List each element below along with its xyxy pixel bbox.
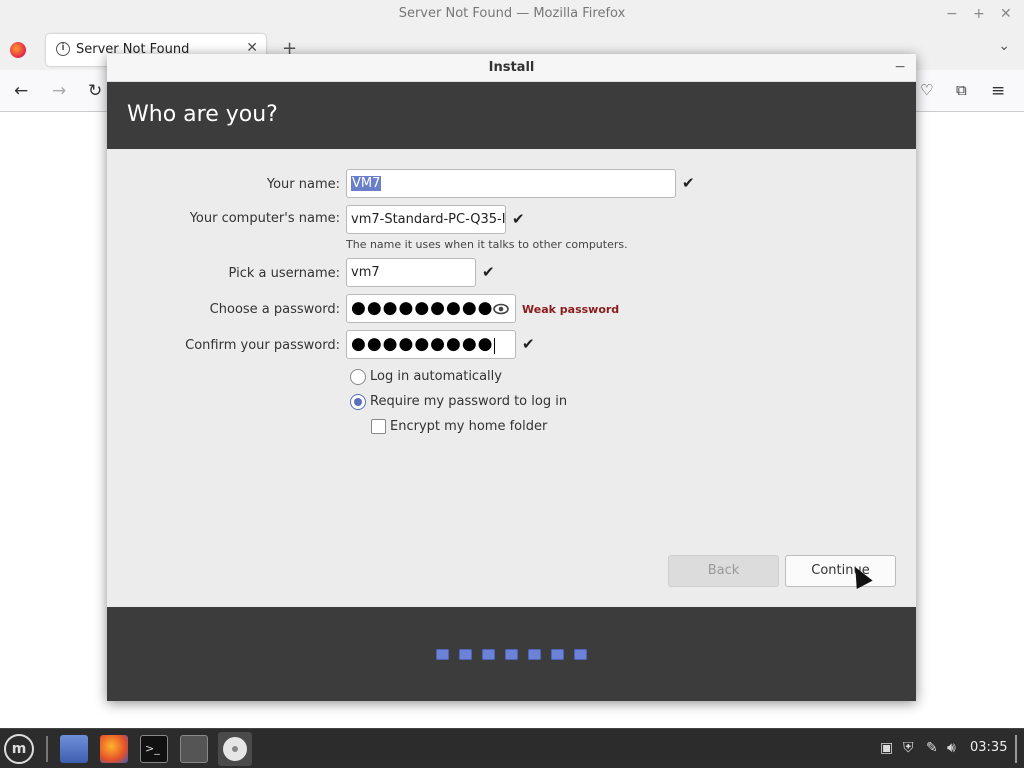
info-icon: i [56, 42, 70, 56]
confirm-password-label: Confirm your password: [185, 338, 340, 353]
menu-icon[interactable]: ≡ [991, 81, 1005, 101]
login-automatically-radio[interactable] [350, 369, 366, 385]
dialog-title: Install [107, 54, 916, 82]
network-icon[interactable]: ✎ [926, 740, 938, 756]
files-icon[interactable] [60, 735, 88, 763]
encrypt-home-checkbox[interactable] [371, 419, 386, 434]
computer-name-field[interactable]: vm7-Standard-PC-Q35-IC [346, 205, 506, 234]
computer-name-label: Your computer's name: [189, 211, 340, 226]
encrypt-home-label[interactable]: Encrypt my home folder [390, 419, 547, 434]
dialog-footer [107, 607, 916, 701]
checkmark-icon: ✔ [522, 335, 535, 353]
password-label: Choose a password: [209, 302, 340, 317]
pocket-icon[interactable]: ♡ [920, 81, 933, 99]
extensions-icon[interactable]: ⧉ [956, 81, 967, 99]
clock[interactable]: 03:35 [970, 740, 1007, 755]
reload-icon[interactable]: ↻ [88, 81, 102, 101]
terminal-icon[interactable]: >_ [140, 735, 168, 763]
window-title: Server Not Found — Mozilla Firefox [398, 6, 626, 21]
your-name-value: VM7 [351, 176, 382, 191]
your-name-label: Your name: [266, 177, 340, 192]
close-window-icon[interactable]: ✕ [1000, 0, 1012, 28]
page-title: Who are you? [127, 102, 278, 127]
dialog-header: Who are you? [107, 82, 916, 149]
firefox-title-bar: Server Not Found — Mozilla Firefox − + ✕ [0, 0, 1024, 30]
require-password-radio[interactable] [350, 394, 366, 410]
firefox-logo-icon[interactable] [10, 42, 26, 58]
chevron-down-icon[interactable]: ⌄ [998, 38, 1010, 54]
show-desktop-button[interactable] [1015, 735, 1017, 763]
settings-mixer-icon[interactable] [180, 735, 208, 763]
username-label: Pick a username: [228, 266, 340, 281]
install-dialog: Install − Who are you? Your name: VM7 ✔ … [107, 54, 916, 701]
login-automatically-label[interactable]: Log in automatically [370, 369, 502, 384]
maximize-icon[interactable]: + [973, 0, 985, 28]
volume-icon[interactable]: 🔊︎ [947, 740, 956, 756]
clipboard-icon[interactable]: ▣ [880, 740, 893, 756]
checkmark-icon: ✔ [512, 210, 525, 228]
progress-step [482, 649, 495, 660]
your-name-field[interactable]: VM7 [346, 169, 676, 198]
password-strength-text: Weak password [522, 303, 620, 316]
minimize-dialog-icon[interactable]: − [894, 54, 906, 80]
progress-step [528, 649, 541, 660]
confirm-password-value: ●●●●●●●●● [351, 334, 494, 354]
require-password-label[interactable]: Require my password to log in [370, 394, 567, 409]
text-cursor [493, 337, 495, 354]
progress-step [551, 649, 564, 660]
taskbar: m >_ ▣ ⛨ ✎ 🔊︎ 03:35 [0, 728, 1024, 768]
progress-step [505, 649, 518, 660]
progress-step [459, 649, 472, 660]
disc-icon [223, 737, 247, 761]
mint-menu-icon[interactable]: m [4, 734, 34, 764]
password-field[interactable]: ●●●●●●●●● [346, 294, 516, 323]
shield-icon[interactable]: ⛨ [903, 740, 914, 756]
username-value: vm7 [351, 265, 380, 280]
firefox-icon[interactable] [100, 735, 128, 763]
username-field[interactable]: vm7 [346, 258, 476, 287]
computer-name-hint: The name it uses when it talks to other … [346, 238, 628, 251]
progress-step [574, 649, 587, 660]
password-value: ●●●●●●●●● [351, 298, 494, 318]
confirm-password-field[interactable]: ●●●●●●●●● [346, 330, 516, 359]
checkmark-icon: ✔ [482, 263, 495, 281]
back-arrow-icon[interactable]: ← [14, 81, 28, 101]
minimize-icon[interactable]: − [946, 0, 958, 28]
progress-step [436, 649, 449, 660]
computer-name-value: vm7-Standard-PC-Q35-IC [351, 212, 506, 227]
back-button[interactable]: Back [668, 555, 779, 587]
forward-arrow-icon[interactable]: → [52, 81, 66, 101]
show-password-eye-icon[interactable] [493, 301, 509, 317]
continue-button[interactable]: Continue [785, 555, 896, 587]
taskbar-separator [46, 736, 48, 762]
checkmark-icon: ✔ [682, 174, 695, 192]
installer-app-button[interactable] [218, 732, 252, 766]
